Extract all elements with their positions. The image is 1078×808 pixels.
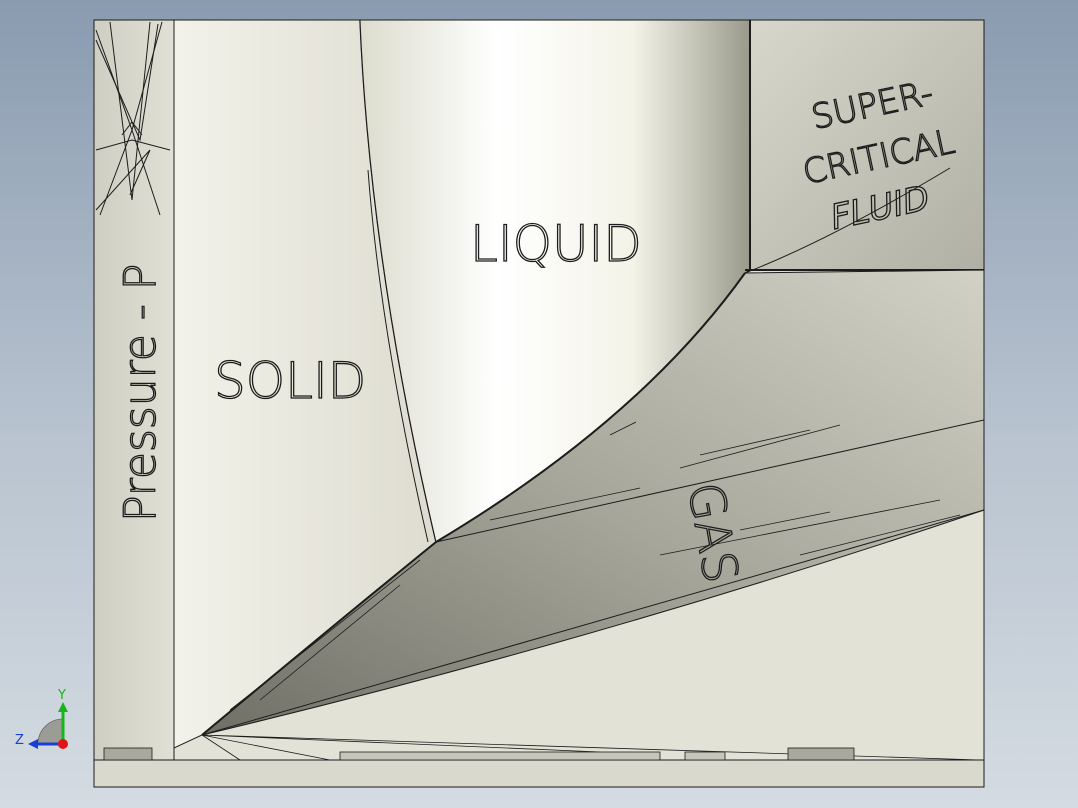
triad-y-arrow bbox=[58, 702, 68, 712]
solid-label: SOLID bbox=[214, 352, 366, 410]
triad-z-arrow bbox=[28, 739, 38, 749]
base-strip bbox=[93, 759, 985, 788]
triad-quarter-disc bbox=[37, 718, 64, 745]
triad-z-label: Z bbox=[15, 733, 24, 748]
triad-x-dot bbox=[58, 739, 68, 749]
liquid-label: LIQUID bbox=[470, 215, 642, 273]
triad-y-label: Y bbox=[57, 688, 66, 703]
pressure-axis-label: Pressure - P bbox=[115, 264, 166, 522]
view-orientation-triad-icon[interactable]: Y Z bbox=[15, 688, 68, 749]
graphics-viewport[interactable]: SOLID LIQUID GAS SUPER- CRITICAL FLUID P… bbox=[0, 0, 1078, 808]
